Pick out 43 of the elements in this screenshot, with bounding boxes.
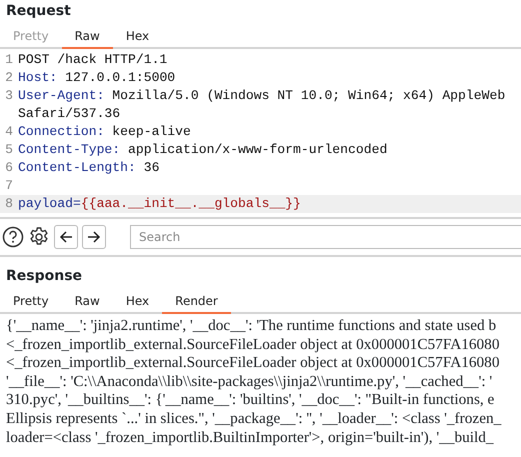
header-value: 36	[144, 160, 160, 175]
rendered-text-line: 310.pyc', '__builtins__': {'__name__': 'builtins', '__doc__': "Built-in functions, e	[6, 391, 496, 410]
forward-button[interactable]	[82, 225, 106, 249]
line-number: 7	[4, 177, 14, 195]
panel-title: Response	[5, 267, 84, 286]
header-name: Content-Length:	[18, 160, 136, 175]
rendered-text-line: '__file__': 'C:\\Anaconda\\lib\\site-packages\\jinja2\\runtime.py', '__cached__': '	[6, 372, 494, 392]
line-number: 8	[4, 195, 14, 213]
header-value: application/x-www-form-urlencoded	[128, 142, 388, 157]
tab[interactable]: Raw	[62, 22, 113, 49]
right-arrow-icon	[87, 231, 101, 243]
tab[interactable]: Hex	[112, 287, 162, 314]
header-name: Connection:	[18, 124, 104, 139]
panel-title: Request	[5, 2, 72, 21]
param-name: payload=	[18, 196, 81, 211]
request-line: POST /hack HTTP/1.1	[18, 52, 168, 67]
line-number: 3	[4, 87, 14, 105]
line-number: 1	[4, 51, 14, 69]
rendered-text-line: {'__name__': 'jinja2.runtime', '__doc__': 'The runtime functions and state used b	[6, 317, 498, 336]
help-icon[interactable]	[2, 226, 24, 248]
header-value: 127.0.0.1:5000	[65, 70, 176, 85]
tab[interactable]: Hex	[112, 22, 162, 49]
header-name: Host:	[18, 70, 58, 85]
header-name: Content-Type:	[18, 142, 120, 157]
rendered-text-line: Ellipsis represents `...' in slices.", '__package__': '', '__loader__': <class '_frozen_	[6, 410, 502, 429]
left-arrow-icon	[59, 231, 73, 243]
rendered-text-line: <_frozen_importlib_external.SourceFileLoader object at 0x000001C57FA16080	[6, 354, 500, 373]
search-field[interactable]: Search	[130, 225, 521, 249]
header-value: Mozilla/5.0 (Windows NT 10.0; Win64; x64) AppleWeb	[112, 88, 506, 103]
header-name: User-Agent:	[18, 88, 104, 103]
tab[interactable]: Render	[162, 287, 231, 314]
tab[interactable]: Raw	[62, 287, 113, 314]
line-number: 2	[4, 69, 14, 87]
rendered-text-line: <_frozen_importlib_external.SourceFileLoader object at 0x000001C57FA16080	[6, 336, 500, 354]
line-number: 4	[4, 123, 14, 141]
line-number: 5	[4, 141, 14, 159]
header-value: Safari/537.36	[18, 105, 120, 123]
param-value: {{aaa.__init__.__globals__}}	[80, 196, 301, 211]
tab[interactable]: Pretty	[0, 287, 62, 314]
back-button[interactable]	[54, 225, 78, 249]
line-number: 6	[4, 159, 14, 177]
rendered-text-line: loader=<class '_frozen_importlib.BuiltinImporter'>, origin='built-in'), '__build_	[6, 428, 495, 448]
header-value: keep-alive	[112, 124, 191, 139]
